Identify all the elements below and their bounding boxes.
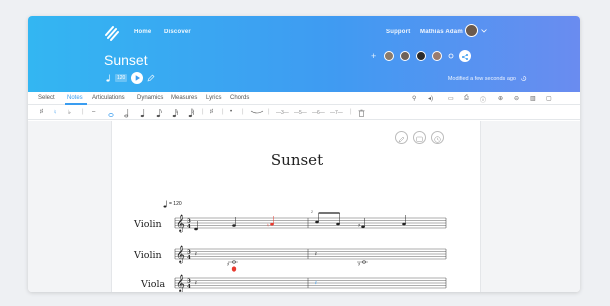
collaborator-avatar[interactable] (384, 51, 394, 61)
tab-articulations[interactable]: Articulations (92, 95, 125, 101)
nav-support[interactable]: Support (386, 29, 410, 35)
svg-text:♮: ♮ (267, 223, 269, 229)
toolbar-separator: | (202, 109, 204, 115)
svg-text:𝄽: 𝄽 (195, 280, 197, 287)
history-icon[interactable] (520, 75, 527, 82)
nav-discover[interactable]: Discover (164, 29, 191, 35)
thirty-second-note-icon[interactable] (188, 108, 195, 118)
tab-dynamics[interactable]: Dynamics (137, 95, 163, 101)
toolbar-separator: | (350, 109, 352, 115)
svg-text:𝄽: 𝄽 (315, 251, 317, 258)
playback-controls: 120 (106, 72, 155, 84)
collaborator-avatar[interactable] (432, 51, 442, 61)
score-canvas[interactable]: Sunset = 120 Violin Violin Viola 2 𝄞 3 4… (28, 121, 580, 292)
tempo-input[interactable]: 120 (115, 74, 128, 82)
svg-text:𝄽: 𝄽 (195, 251, 197, 258)
flat-button[interactable]: ♭ (68, 109, 71, 116)
svg-text:𝄞: 𝄞 (176, 245, 185, 263)
note-toolbar: ♯ ♮ ♭ | – | ♯ | • | | —3— —5— —6— —7— | (28, 106, 580, 120)
natural-button[interactable]: ♮ (54, 109, 56, 116)
user-avatar[interactable] (465, 24, 478, 37)
collaborator-avatar[interactable] (416, 51, 426, 61)
sixteenth-note-icon[interactable] (172, 108, 179, 118)
triplet-button[interactable]: —3— (276, 110, 289, 116)
score-page[interactable]: Sunset = 120 Violin Violin Viola 2 𝄞 3 4… (111, 121, 481, 292)
print-icon[interactable]: ⎙ (464, 95, 469, 102)
staff-viola: 𝄞 3 4 𝄽 𝄽 (174, 274, 447, 292)
nav-home[interactable]: Home (134, 29, 151, 35)
nav-user-name[interactable]: Mathias Adam (420, 29, 463, 35)
add-collaborator-button[interactable]: + (371, 51, 376, 61)
project-title[interactable]: Sunset (104, 52, 148, 68)
toolbar-separator: | (222, 109, 224, 115)
svg-text:4: 4 (187, 224, 191, 230)
tab-lyrics[interactable]: Lyrics (206, 95, 221, 101)
modified-status: Modified a few seconds ago (447, 76, 516, 82)
sextuplet-button[interactable]: —6— (312, 110, 325, 116)
svg-text:♯: ♯ (227, 262, 229, 268)
sharp-accidental-button[interactable]: ♯ (210, 109, 213, 115)
svg-text:𝄞: 𝄞 (176, 214, 185, 232)
chevron-down-icon[interactable] (481, 29, 487, 33)
page-view-icon[interactable]: ▥ (530, 95, 536, 102)
app-header: Home Discover Support Mathias Adam Sunse… (28, 16, 580, 92)
play-button[interactable] (131, 72, 144, 84)
dot-button[interactable]: • (230, 109, 232, 115)
svg-text:4: 4 (187, 255, 191, 261)
sharp-button[interactable]: ♯ (40, 109, 43, 115)
staff-violin-2: 𝄞 3 4 𝄽 ♯ 𝄽 ♯ (174, 245, 447, 272)
toolbar-separator: | (268, 109, 270, 115)
svg-text:♯: ♯ (358, 262, 360, 268)
svg-text:4: 4 (187, 284, 191, 290)
tuning-icon[interactable]: ⚲ (412, 95, 416, 102)
share-button[interactable] (459, 50, 471, 62)
septuplet-button[interactable]: —7— (330, 110, 343, 116)
app-logo-icon[interactable] (104, 25, 120, 41)
trash-icon[interactable] (358, 109, 365, 117)
zoom-in-icon[interactable]: ⊕ (498, 95, 503, 102)
share-icon (462, 54, 468, 60)
info-icon[interactable]: ⓘ (480, 95, 486, 104)
fullscreen-icon[interactable]: ▢ (546, 95, 552, 102)
svg-text:𝄞: 𝄞 (176, 274, 185, 292)
eighth-note-icon[interactable] (156, 108, 163, 118)
quintuplet-button[interactable]: —5— (294, 110, 307, 116)
speaker-icon[interactable]: ◂) (428, 95, 433, 102)
toolbar-separator: | (82, 109, 84, 115)
play-icon (136, 75, 141, 81)
tab-chords[interactable]: Chords (230, 95, 249, 101)
quarter-note-icon[interactable] (140, 108, 146, 118)
staff-violin-1: 𝄞 3 4 ♮ ♯ (174, 212, 447, 232)
svg-text:𝄽: 𝄽 (315, 280, 317, 287)
svg-text:♯: ♯ (358, 223, 360, 229)
score-notation: 𝄞 3 4 ♮ ♯ 𝄞 3 4 𝄽 ♯ 𝄽 ♯ 𝄞 3 4 𝄽 𝄽 (174, 212, 447, 292)
edit-pencil-icon[interactable] (147, 74, 155, 82)
app-window: Home Discover Support Mathias Adam Sunse… (28, 16, 580, 292)
tie-icon[interactable] (250, 110, 264, 115)
tab-notes[interactable]: Notes (67, 95, 83, 101)
zoom-out-icon[interactable]: ⊖ (514, 95, 519, 102)
settings-icon[interactable] (448, 53, 454, 59)
rest-button[interactable]: – (92, 109, 95, 115)
tool-tabs: Select Notes Articulations Dynamics Meas… (28, 92, 580, 105)
quarter-note-icon (106, 74, 110, 82)
tab-measures[interactable]: Measures (171, 95, 197, 101)
tab-select[interactable]: Select (38, 95, 55, 101)
half-note-icon[interactable] (124, 108, 130, 118)
whole-note-icon[interactable] (108, 108, 114, 118)
active-tab-indicator (65, 103, 87, 105)
collaborator-avatar[interactable] (400, 51, 410, 61)
layout-icon[interactable]: ▭ (448, 95, 454, 102)
toolbar-separator: | (242, 109, 244, 115)
